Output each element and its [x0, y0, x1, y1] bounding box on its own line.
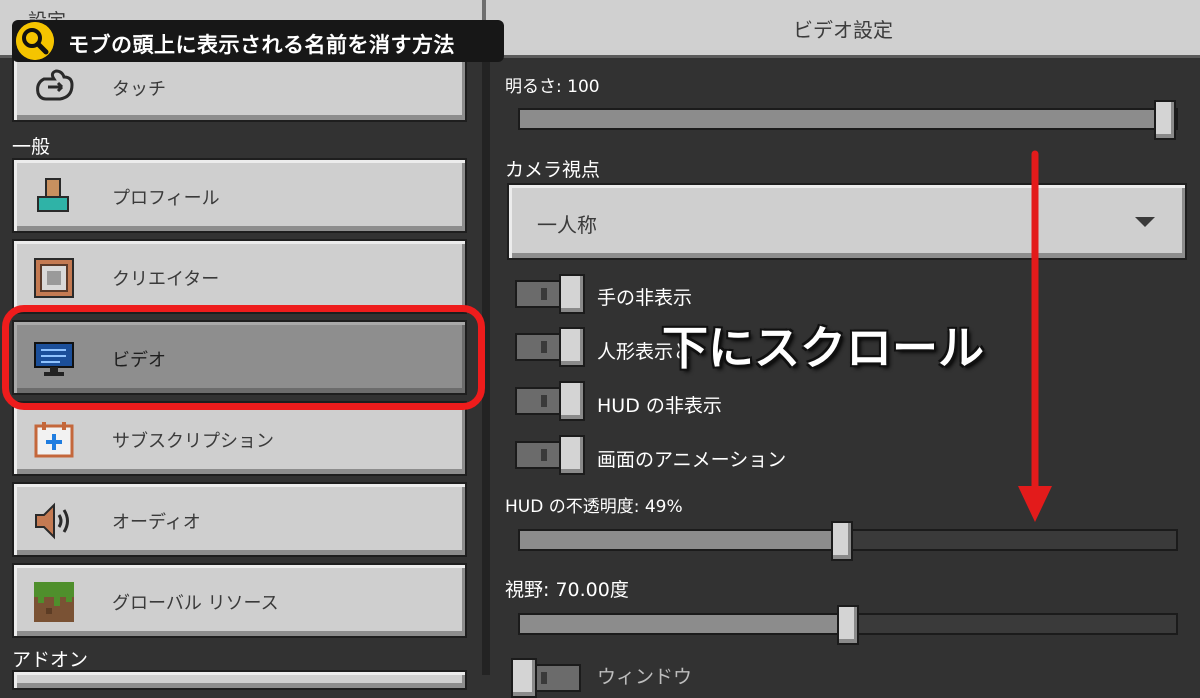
dropdown-arrow-icon — [1135, 217, 1155, 227]
sidebar-item-subscription[interactable]: サブスクリプション — [12, 401, 467, 476]
toggle-knob — [559, 327, 585, 367]
speaker-icon — [35, 502, 69, 540]
sidebar-item-label: プロフィール — [112, 188, 220, 209]
sidebar-item-creator[interactable]: クリエイター — [12, 239, 467, 314]
slider-fill — [520, 531, 842, 549]
toggle-doll-display[interactable] — [515, 327, 585, 367]
fov-slider[interactable] — [518, 605, 1178, 645]
slider-fill — [520, 110, 1165, 128]
sidebar-item-audio[interactable]: オーディオ — [12, 482, 467, 557]
grass-block-icon — [34, 582, 74, 622]
toggle-hide-hand[interactable] — [515, 274, 585, 314]
subscription-icon — [34, 422, 74, 458]
scroll-down-arrow-icon — [1018, 150, 1052, 522]
dropdown-value: 一人称 — [537, 213, 597, 237]
brightness-label: 明るさ: 100 — [505, 77, 600, 97]
sidebar-item-label: クリエイター — [112, 269, 220, 290]
toggle-hide-hud[interactable] — [515, 381, 585, 421]
toggle-label-hide-hand: 手の非表示 — [597, 287, 693, 309]
section-header-addons: アドオン — [12, 649, 89, 671]
toggle-label-screen-animation: 画面のアニメーション — [597, 449, 787, 471]
caption-title: モブの頭上に表示される名前を消す方法 — [68, 33, 455, 57]
highlight-box — [2, 305, 485, 410]
scroll-down-annotation: 下にスクロール — [662, 321, 984, 375]
slider-knob[interactable] — [1154, 100, 1176, 140]
toggle-screen-animation[interactable] — [515, 435, 585, 475]
toggle-knob — [559, 274, 585, 314]
search-icon — [16, 22, 54, 60]
sidebar-item-label: オーディオ — [112, 512, 201, 533]
toggle-knob — [511, 658, 537, 698]
camera-label: カメラ視点 — [505, 159, 601, 181]
profile-icon — [37, 178, 69, 212]
toggle-partial[interactable] — [511, 658, 583, 698]
slider-knob[interactable] — [837, 605, 859, 645]
fov-label: 視野: 70.00度 — [505, 579, 629, 601]
creator-icon — [34, 258, 74, 298]
sidebar-item-global-resources[interactable]: グローバル リソース — [12, 563, 467, 638]
section-header-general: 一般 — [12, 136, 51, 158]
touch-hand-icon — [36, 69, 74, 101]
brightness-slider[interactable] — [518, 100, 1178, 140]
slider-knob[interactable] — [830, 521, 853, 561]
hud-opacity-slider[interactable] — [518, 521, 1178, 561]
toggle-knob — [559, 381, 585, 421]
sidebar-item-label: グローバル リソース — [112, 593, 279, 614]
sidebar-item-label: サブスクリプション — [112, 431, 274, 452]
window-title: ビデオ設定 — [793, 18, 893, 42]
sidebar-item-profile[interactable]: プロフィール — [12, 158, 467, 233]
sidebar-item-label: タッチ — [112, 79, 166, 100]
hud-opacity-label: HUD の不透明度: 49% — [505, 497, 683, 517]
toggle-knob — [559, 435, 585, 475]
slider-fill — [520, 615, 848, 633]
camera-dropdown[interactable]: 一人称 — [507, 183, 1187, 260]
toggle-label-hide-hud: HUD の非表示 — [597, 395, 722, 417]
sidebar-item-addon[interactable] — [12, 670, 467, 690]
toggle-label-partial: ウィンドウ — [597, 666, 693, 688]
